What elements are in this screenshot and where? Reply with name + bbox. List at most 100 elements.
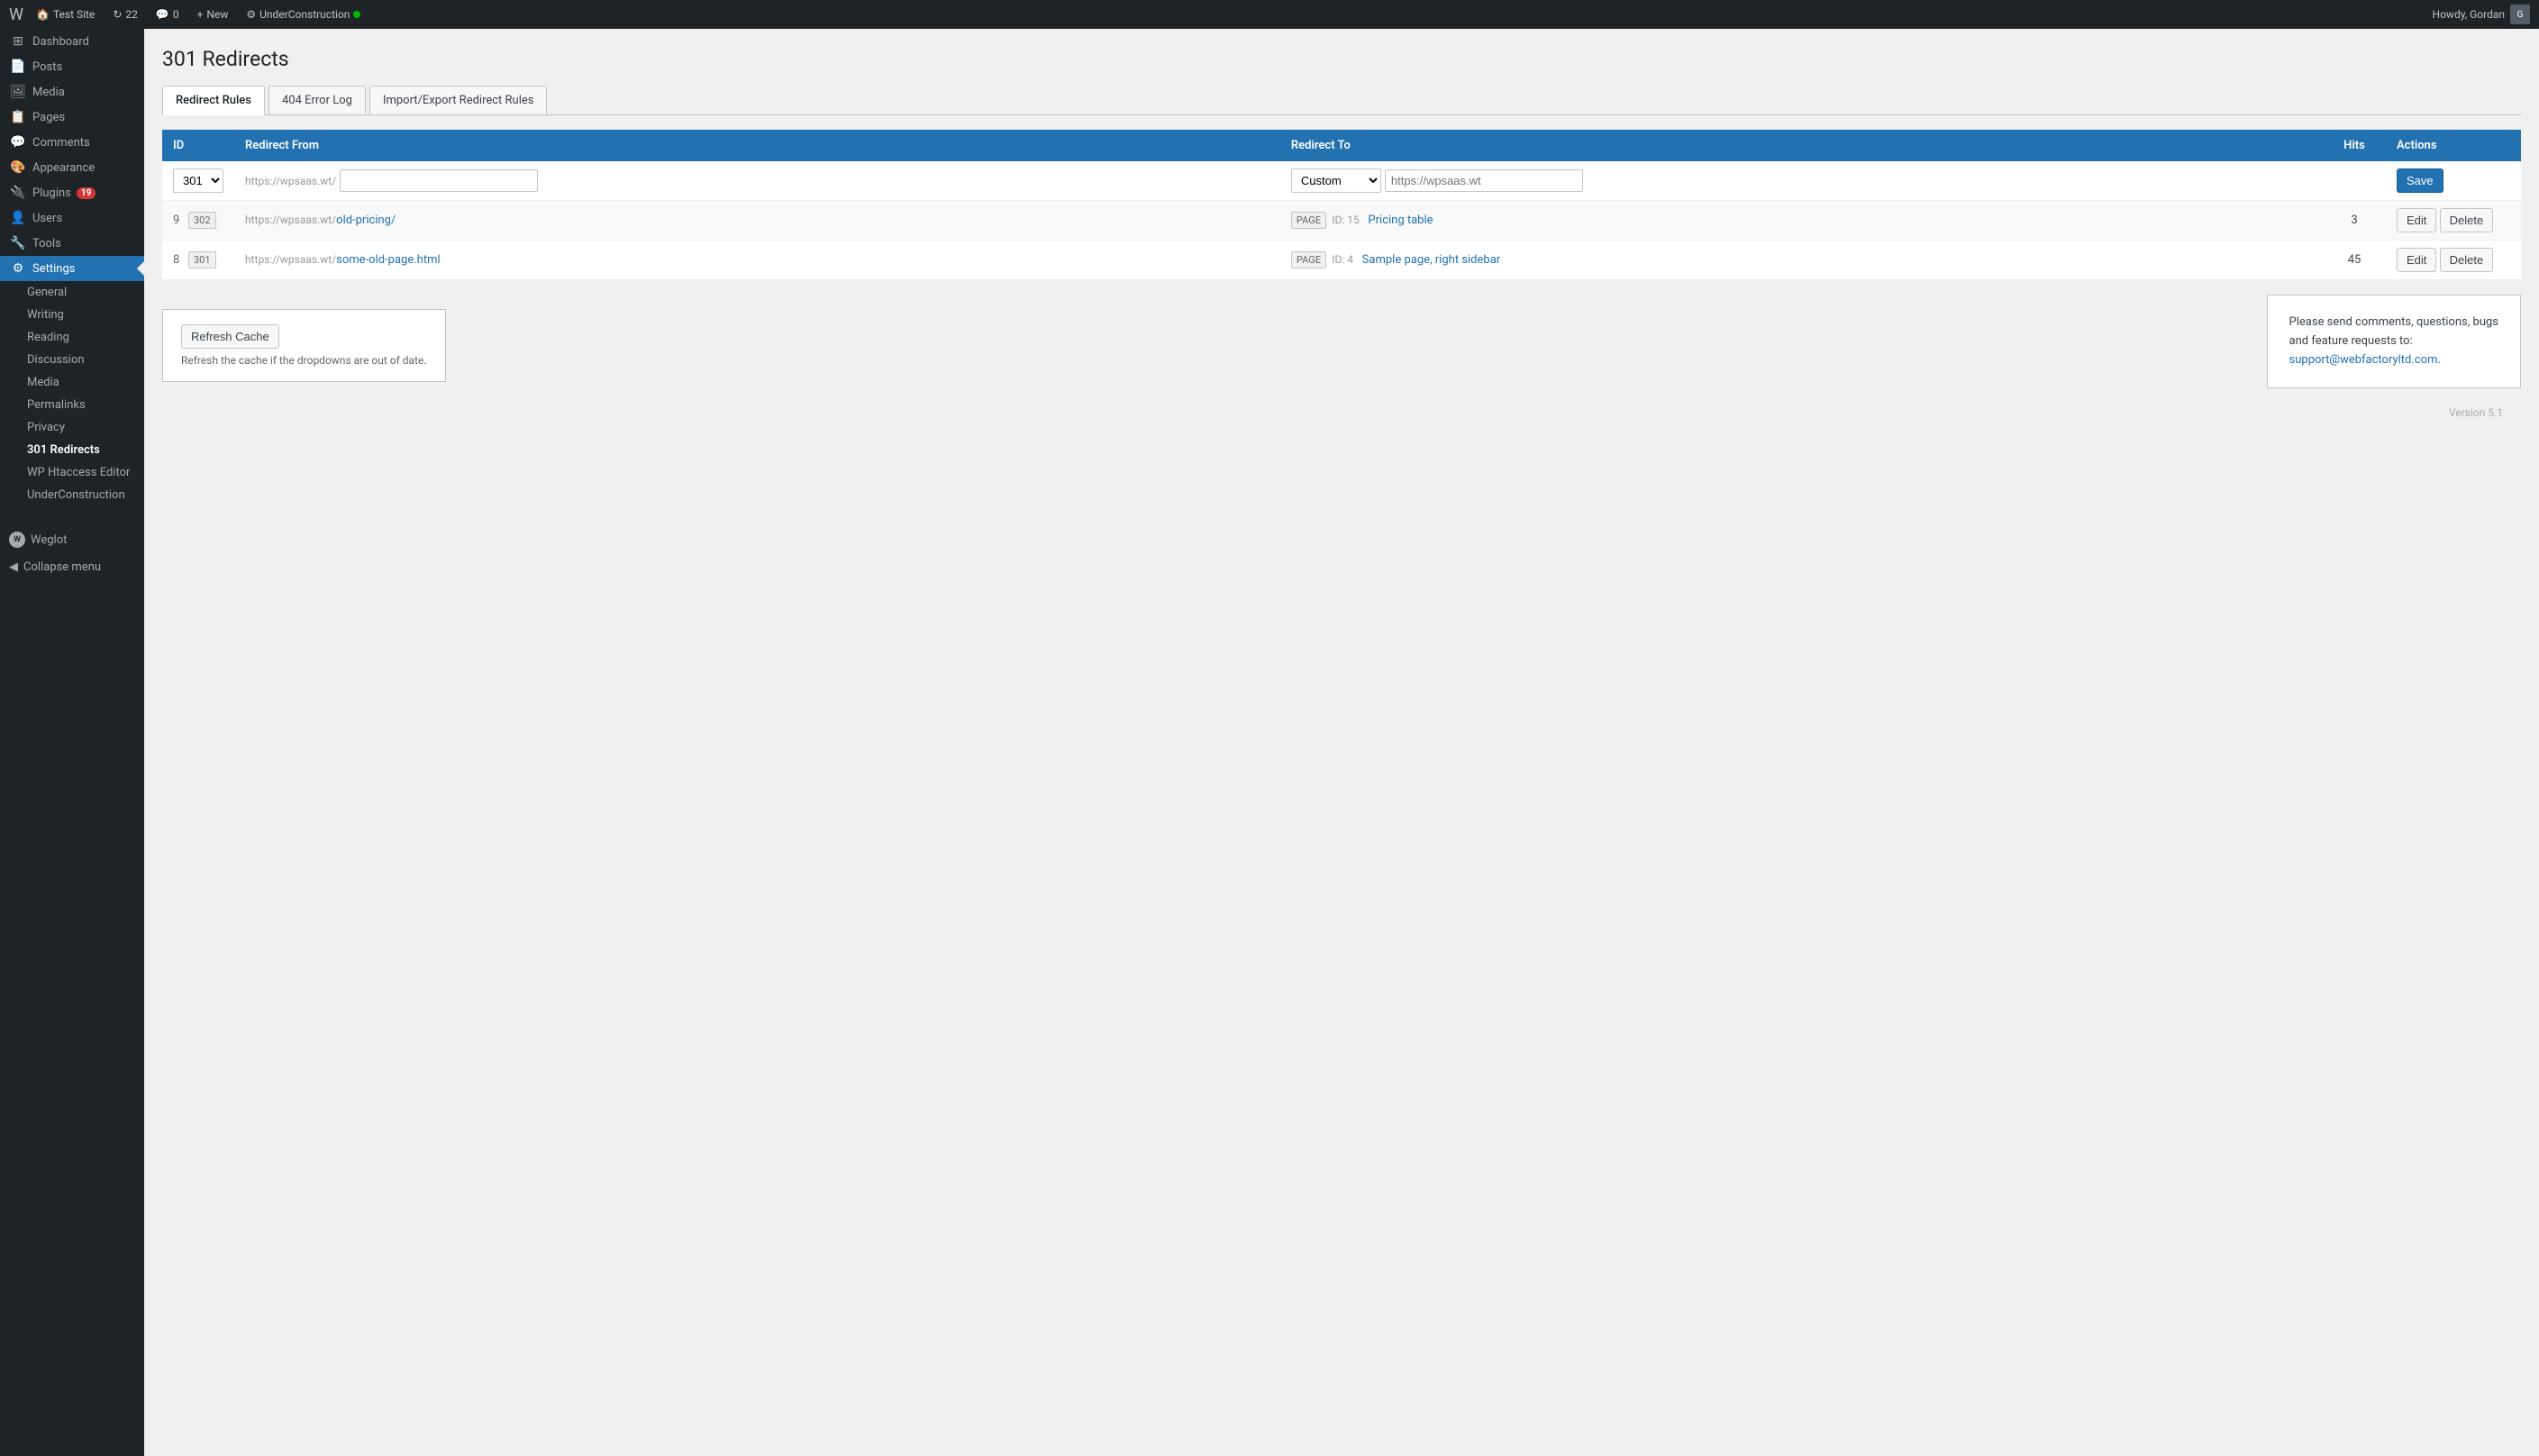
row1-to-link[interactable]: Pricing table	[1368, 214, 1433, 227]
row2-type-badge: 301	[188, 251, 216, 268]
row1-type-badge: 302	[188, 212, 216, 229]
adminbar-comments[interactable]: 💬 0	[149, 0, 187, 29]
sidebar-submenu-wphtaccess[interactable]: WP Htaccess Editor	[0, 461, 144, 484]
col-header-id: ID	[162, 130, 234, 161]
dashboard-icon: ⊞	[9, 34, 27, 49]
row2-to-type: PAGE	[1291, 251, 1326, 268]
new-from-input[interactable]	[340, 169, 538, 192]
sidebar-submenu-301redirects[interactable]: 301 Redirects	[0, 439, 144, 461]
row1-edit-button[interactable]: Edit	[2397, 208, 2436, 232]
adminbar-underconstruction[interactable]: ⚙ UnderConstruction	[239, 0, 368, 29]
sidebar-submenu-general[interactable]: General	[0, 281, 144, 304]
sidebar-submenu-permalinks[interactable]: Permalinks	[0, 394, 144, 416]
new-actions-cell: Save	[2386, 161, 2521, 201]
sidebar-item-settings[interactable]: ⚙ Settings	[0, 256, 144, 281]
row2-hits: 45	[2323, 241, 2386, 280]
version-footer: Version 5.1	[162, 388, 2521, 428]
new-from-cell: https://wpsaas.wt/	[234, 161, 1280, 201]
sidebar-item-tools[interactable]: 🔧 Tools	[0, 231, 144, 256]
bottom-right: Please send comments, questions, bugs an…	[2179, 295, 2521, 388]
page-title: 301 Redirects	[162, 47, 2521, 71]
adminbar-new[interactable]: + New	[190, 0, 236, 29]
sidebar-item-dashboard[interactable]: ⊞ Dashboard	[0, 29, 144, 54]
gear-icon: ⚙	[246, 8, 256, 21]
sidebar-submenu-reading[interactable]: Reading	[0, 326, 144, 349]
row1-to-type: PAGE	[1291, 212, 1326, 229]
sidebar-item-media[interactable]: 🖼 Media	[0, 79, 144, 105]
admin-bar: W 🏠 Test Site ↻ 22 💬 0 + New ⚙ UnderCons…	[0, 0, 2539, 29]
adminbar-site[interactable]: 🏠 Test Site	[29, 0, 102, 29]
tab-redirect-rules[interactable]: Redirect Rules	[162, 86, 265, 115]
row2-from-link[interactable]: some-old-page.html	[336, 253, 440, 267]
redirect-table: ID Redirect From Redirect To Hits Action…	[162, 130, 2521, 280]
sidebar-weglot[interactable]: W Weglot	[0, 524, 144, 555]
new-redirect-row: 301 302 https://wpsaas.wt/ Cus	[162, 161, 2521, 201]
row2-to-cell: PAGE ID: 4 Sample page, right sidebar	[1280, 241, 2323, 280]
settings-icon: ⚙	[9, 261, 27, 276]
sidebar-submenu-media[interactable]: Media	[0, 371, 144, 394]
row1-actions: Edit Delete	[2386, 201, 2521, 241]
new-hits-cell	[2323, 161, 2386, 201]
new-to-input[interactable]	[1385, 169, 1583, 192]
collapse-icon: ◀	[9, 560, 18, 574]
tools-icon: 🔧	[9, 236, 27, 250]
table-row: 9 302 https://wpsaas.wt/old-pricing/ PAG…	[162, 201, 2521, 241]
sidebar-collapse[interactable]: ◀ Collapse menu	[0, 555, 144, 579]
row1-id-cell: 9 302	[162, 201, 234, 241]
new-type-select[interactable]: 301 302	[173, 168, 223, 193]
pages-icon: 📋	[9, 110, 27, 124]
comments-nav-icon: 💬	[9, 135, 27, 150]
col-header-to: Redirect To	[1280, 130, 2323, 161]
refresh-cache-box: Refresh Cache Refresh the cache if the d…	[162, 309, 446, 382]
new-to-type-select[interactable]: Custom PAGE POST	[1291, 168, 1381, 193]
avatar[interactable]: G	[2510, 5, 2530, 24]
support-email-link[interactable]: support@webfactoryltd.com	[2289, 353, 2438, 367]
main-content: 301 Redirects Redirect Rules 404 Error L…	[144, 29, 2539, 1456]
adminbar-right: Howdy, Gordan G	[2433, 5, 2530, 24]
row1-from-link[interactable]: old-pricing/	[336, 214, 396, 227]
col-header-actions: Actions	[2386, 130, 2521, 161]
adminbar-updates[interactable]: ↻ 22	[105, 0, 145, 29]
sidebar-submenu-discussion[interactable]: Discussion	[0, 349, 144, 371]
row2-delete-button[interactable]: Delete	[2440, 248, 2494, 272]
tab-404-error-log[interactable]: 404 Error Log	[268, 86, 366, 114]
new-id-cell: 301 302	[162, 161, 234, 201]
tabs: Redirect Rules 404 Error Log Import/Expo…	[162, 86, 2521, 115]
sidebar-item-plugins[interactable]: 🔌 Plugins 19	[0, 180, 144, 205]
appearance-icon: 🎨	[9, 160, 27, 175]
plugins-icon: 🔌	[9, 186, 27, 200]
refresh-cache-button[interactable]: Refresh Cache	[181, 324, 279, 349]
plugins-badge: 19	[77, 187, 96, 199]
row1-delete-button[interactable]: Delete	[2440, 208, 2494, 232]
row2-edit-button[interactable]: Edit	[2397, 248, 2436, 272]
bottom-area: Refresh Cache Refresh the cache if the d…	[162, 295, 2521, 388]
wp-logo-icon: W	[9, 5, 23, 24]
users-icon: 👤	[9, 211, 27, 225]
home-icon: 🏠	[36, 8, 50, 21]
sidebar-submenu-underconstruction[interactable]: UnderConstruction	[0, 484, 144, 506]
row1-from-cell: https://wpsaas.wt/old-pricing/	[234, 201, 1280, 241]
row2-id-cell: 8 301	[162, 241, 234, 280]
sidebar-item-posts[interactable]: 📄 Posts	[0, 54, 144, 79]
status-dot	[353, 11, 360, 18]
row2-from-cell: https://wpsaas.wt/some-old-page.html	[234, 241, 1280, 280]
row1-to-cell: PAGE ID: 15 Pricing table	[1280, 201, 2323, 241]
tab-import-export[interactable]: Import/Export Redirect Rules	[369, 86, 548, 114]
weglot-icon: W	[9, 532, 25, 548]
adminbar-items: 🏠 Test Site ↻ 22 💬 0 + New ⚙ UnderConstr…	[29, 0, 2433, 29]
col-header-hits: Hits	[2323, 130, 2386, 161]
row2-actions: Edit Delete	[2386, 241, 2521, 280]
sidebar: ⊞ Dashboard 📄 Posts 🖼 Media 📋 Pages 💬 Co…	[0, 29, 144, 1456]
sidebar-submenu-privacy[interactable]: Privacy	[0, 416, 144, 439]
row1-hits: 3	[2323, 201, 2386, 241]
bottom-left: Refresh Cache Refresh the cache if the d…	[162, 295, 2179, 382]
plus-icon: +	[197, 8, 204, 21]
sidebar-item-users[interactable]: 👤 Users	[0, 205, 144, 231]
sidebar-item-pages[interactable]: 📋 Pages	[0, 105, 144, 130]
sidebar-submenu-writing[interactable]: Writing	[0, 304, 144, 326]
new-to-cell: Custom PAGE POST	[1280, 161, 2323, 201]
row2-to-link[interactable]: Sample page, right sidebar	[1362, 253, 1501, 267]
save-button[interactable]: Save	[2397, 168, 2443, 193]
sidebar-item-appearance[interactable]: 🎨 Appearance	[0, 155, 144, 180]
sidebar-item-comments[interactable]: 💬 Comments	[0, 130, 144, 155]
